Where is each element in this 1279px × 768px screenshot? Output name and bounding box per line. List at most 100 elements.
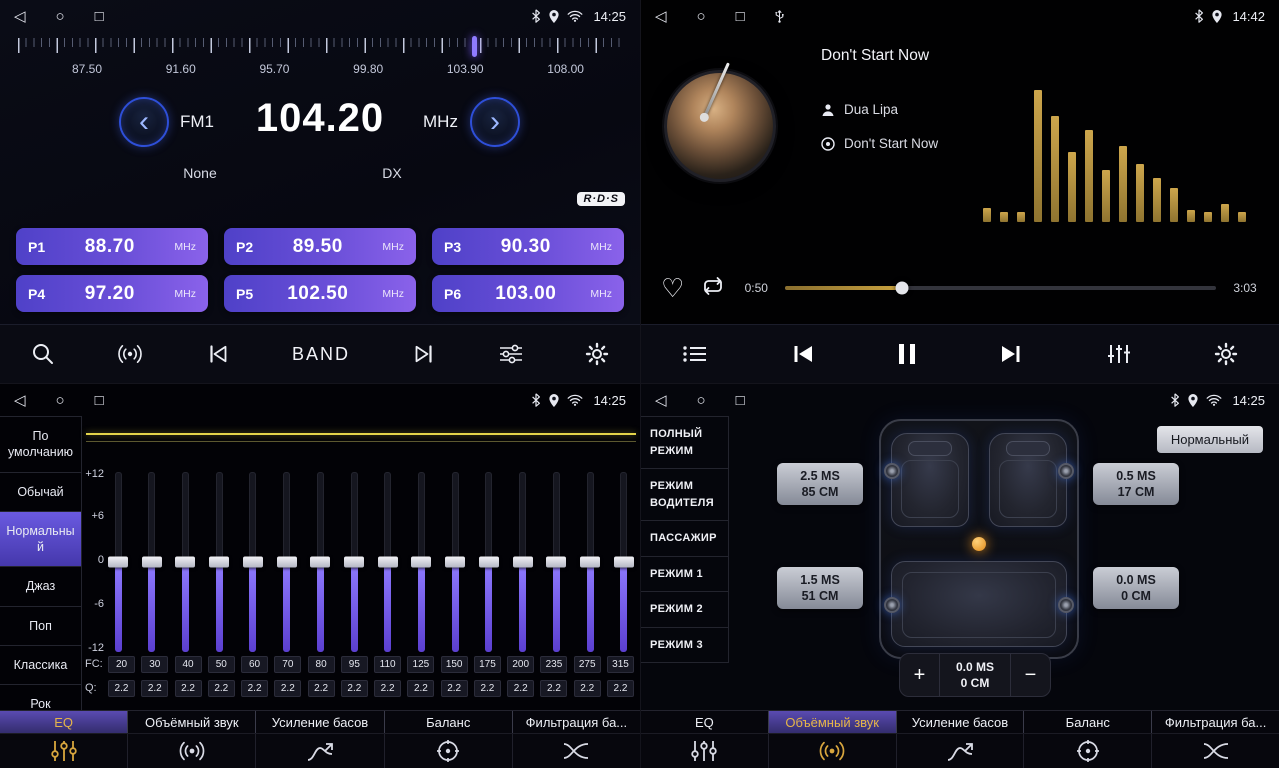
tab-icon-surround[interactable] xyxy=(128,734,256,768)
mode-2[interactable]: РЕЖИМ 2 xyxy=(641,592,728,628)
tab-icon-eq[interactable] xyxy=(0,734,128,768)
eq-preset-classic[interactable]: Классика xyxy=(0,646,81,685)
delay-front-right[interactable]: 0.5 MS 17 CM xyxy=(1093,463,1179,505)
sound-preset-button[interactable]: Нормальный xyxy=(1157,426,1263,453)
delay-rear-right[interactable]: 0.0 MS 0 CM xyxy=(1093,567,1179,609)
favorite-button[interactable]: ♡ xyxy=(661,275,684,301)
preset-p6[interactable]: P6 103.00 MHz xyxy=(432,275,624,312)
tab-eq[interactable]: EQ xyxy=(641,711,769,733)
tab-icon-bass-boost[interactable] xyxy=(256,734,384,768)
progress-knob[interactable] xyxy=(895,282,908,295)
tab-filter[interactable]: Фильтрация ба... xyxy=(513,711,640,733)
eq-band-slider[interactable] xyxy=(580,472,600,652)
preset-p5[interactable]: P5 102.50 MHz xyxy=(224,275,416,312)
settings-button[interactable] xyxy=(585,342,609,366)
tab-balance[interactable]: Баланс xyxy=(385,711,513,733)
speaker-front-left xyxy=(884,463,900,479)
eq-band-slider[interactable] xyxy=(108,472,128,652)
playlist-button[interactable] xyxy=(682,344,708,364)
back-button[interactable]: ◁ xyxy=(655,393,667,408)
tab-eq[interactable]: EQ xyxy=(0,711,128,733)
eq-band-slider[interactable] xyxy=(445,472,465,652)
mode-driver[interactable]: РЕЖИМ ВОДИТЕЛЯ xyxy=(641,469,728,521)
home-button[interactable]: ○ xyxy=(697,9,706,24)
tune-up-button[interactable]: › xyxy=(470,97,520,147)
tab-surround[interactable]: Объёмный звук xyxy=(769,711,897,733)
tab-icon-filter[interactable] xyxy=(1152,734,1279,768)
mode-full[interactable]: ПОЛНЫЙ РЕЖИМ xyxy=(641,417,728,469)
recents-button[interactable]: □ xyxy=(736,9,745,24)
eq-band-slider[interactable] xyxy=(243,472,263,652)
eq-band-slider[interactable] xyxy=(614,472,634,652)
eq-band-slider[interactable] xyxy=(546,472,566,652)
delay-front-left[interactable]: 2.5 MS 85 CM xyxy=(777,463,863,505)
eq-band-slider[interactable] xyxy=(175,472,195,652)
eq-band-slider[interactable] xyxy=(411,472,431,652)
eq-band-slider[interactable] xyxy=(142,472,162,652)
tab-icon-balance[interactable] xyxy=(1024,734,1152,768)
preset-p3[interactable]: P3 90.30 MHz xyxy=(432,228,624,265)
preset-p1[interactable]: P1 88.70 MHz xyxy=(16,228,208,265)
mode-passenger[interactable]: ПАССАЖИР xyxy=(641,521,728,557)
previous-track-button[interactable] xyxy=(789,343,817,365)
eq-band-slider[interactable] xyxy=(344,472,364,652)
home-button[interactable]: ○ xyxy=(56,393,65,408)
recents-button[interactable]: □ xyxy=(95,393,104,408)
back-button[interactable]: ◁ xyxy=(14,9,26,24)
tab-icon-filter[interactable] xyxy=(513,734,640,768)
eq-preset-custom[interactable]: Обычай xyxy=(0,473,81,512)
eq-preset-pop[interactable]: Поп xyxy=(0,607,81,646)
eq-band-slider[interactable] xyxy=(479,472,499,652)
previous-station-button[interactable] xyxy=(205,343,231,365)
audio-settings-button[interactable] xyxy=(498,343,524,365)
home-button[interactable]: ○ xyxy=(697,393,706,408)
pause-button[interactable] xyxy=(899,344,915,364)
tab-icon-bass-boost[interactable] xyxy=(897,734,1025,768)
next-track-button[interactable] xyxy=(997,343,1025,365)
settings-button[interactable] xyxy=(1214,342,1238,366)
home-button[interactable]: ○ xyxy=(56,9,65,24)
tab-bass-boost[interactable]: Усиление басов xyxy=(897,711,1025,733)
listening-position-marker[interactable] xyxy=(972,537,986,551)
eq-band-slider[interactable] xyxy=(310,472,330,652)
mode-3[interactable]: РЕЖИМ 3 xyxy=(641,628,728,664)
eq-band-slider[interactable] xyxy=(209,472,229,652)
increase-delay-button[interactable]: + xyxy=(900,654,940,696)
tab-surround[interactable]: Объёмный звук xyxy=(128,711,256,733)
eq-preset-normal[interactable]: Нормальный xyxy=(0,512,81,568)
back-button[interactable]: ◁ xyxy=(655,9,667,24)
tab-icon-surround[interactable] xyxy=(769,734,897,768)
preset-p4[interactable]: P4 97.20 MHz xyxy=(16,275,208,312)
eq-preset-default[interactable]: По умолчанию xyxy=(0,417,81,473)
back-button[interactable]: ◁ xyxy=(14,393,26,408)
recents-button[interactable]: □ xyxy=(736,393,745,408)
mixer-button[interactable] xyxy=(1106,343,1132,365)
tune-down-button[interactable]: ‹ xyxy=(119,97,169,147)
seek-stations-button[interactable] xyxy=(116,343,144,365)
eq-band-slider[interactable] xyxy=(378,472,398,652)
next-station-button[interactable] xyxy=(411,343,437,365)
eq-band-slider[interactable] xyxy=(513,472,533,652)
delay-cm: 51 CM xyxy=(802,588,839,604)
band-button[interactable]: BAND xyxy=(292,344,350,365)
tab-filter[interactable]: Фильтрация ба... xyxy=(1152,711,1279,733)
scan-button[interactable] xyxy=(31,342,55,366)
frequency-scale[interactable] xyxy=(18,38,622,58)
fc-value: 275 xyxy=(574,656,601,673)
seek-bar[interactable] xyxy=(785,286,1216,290)
recents-button[interactable]: □ xyxy=(95,9,104,24)
fc-value: 50 xyxy=(208,656,235,673)
repeat-button[interactable] xyxy=(699,275,727,302)
tab-bass-boost[interactable]: Усиление басов xyxy=(256,711,384,733)
preset-p2[interactable]: P2 89.50 MHz xyxy=(224,228,416,265)
eq-band-slider[interactable] xyxy=(277,472,297,652)
tab-balance[interactable]: Баланс xyxy=(1024,711,1152,733)
decrease-delay-button[interactable]: − xyxy=(1010,654,1050,696)
mode-1[interactable]: РЕЖИМ 1 xyxy=(641,557,728,593)
tab-icon-eq[interactable] xyxy=(641,734,769,768)
tab-icon-balance[interactable] xyxy=(385,734,513,768)
delay-rear-left[interactable]: 1.5 MS 51 CM xyxy=(777,567,863,609)
q-value: 2.2 xyxy=(108,680,135,697)
fc-value: 40 xyxy=(175,656,202,673)
eq-preset-jazz[interactable]: Джаз xyxy=(0,567,81,606)
